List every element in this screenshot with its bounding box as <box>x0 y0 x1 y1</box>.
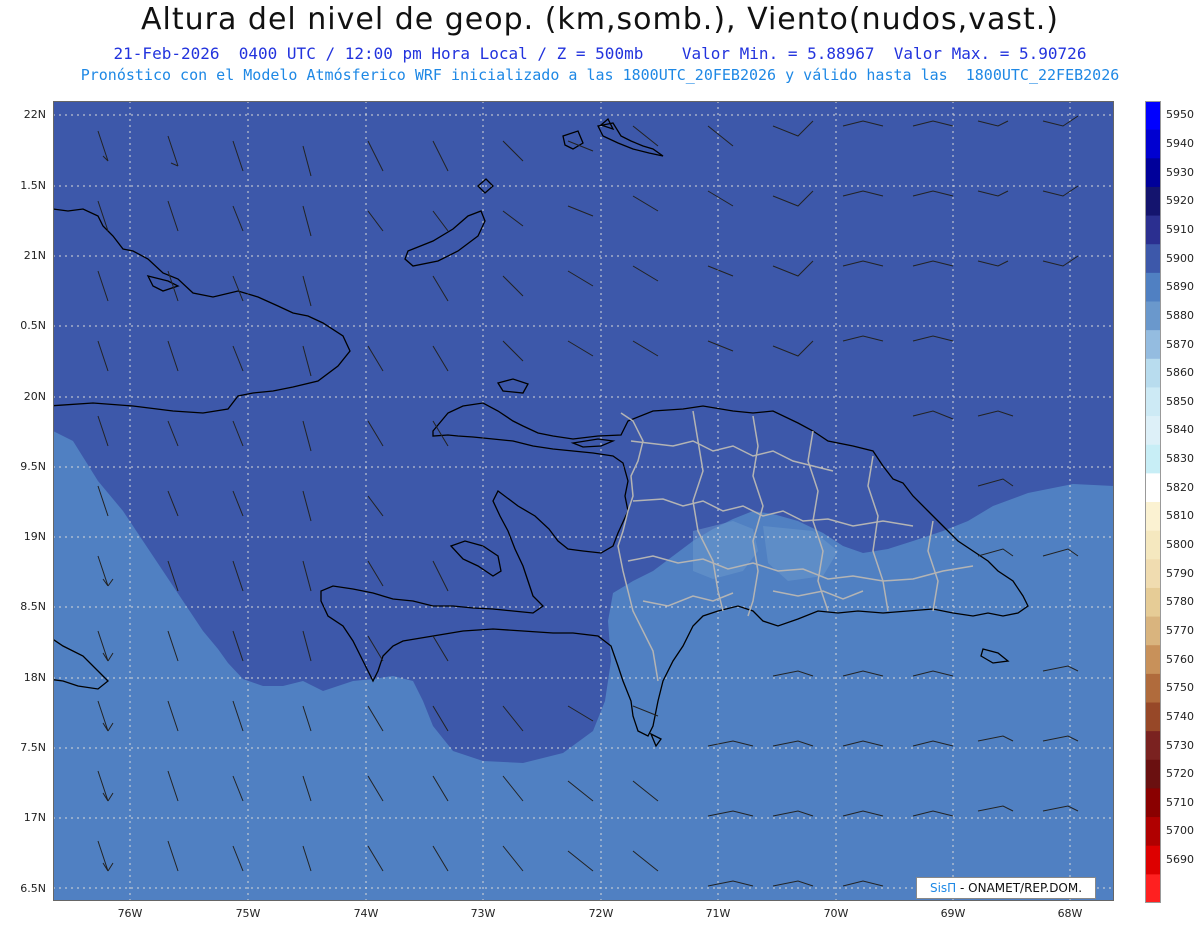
lat-label: 17N <box>23 811 46 824</box>
colorbar-label: 5710 <box>1166 795 1194 809</box>
colorbar-swatch <box>1145 530 1161 560</box>
lon-label: 75W <box>235 907 261 920</box>
colorbar-swatch <box>1145 874 1161 903</box>
colorbar-swatch <box>1145 702 1161 732</box>
colorbar-label: 5840 <box>1166 423 1194 437</box>
colorbar-label: 5870 <box>1166 337 1194 351</box>
colorbar-swatch <box>1145 101 1161 131</box>
colorbar-label: 5910 <box>1166 222 1194 236</box>
lon-label: 72W <box>588 907 614 920</box>
colorbar-swatch <box>1145 587 1161 618</box>
colorbar-swatch <box>1145 158 1161 188</box>
credit-text: - ONAMET/REP.DOM. <box>956 881 1083 895</box>
colorbar-swatch <box>1145 502 1161 532</box>
colorbar-label: 5790 <box>1166 566 1194 580</box>
colorbar-swatch <box>1145 616 1161 646</box>
lat-label: 1.5N <box>20 179 46 192</box>
map-title: Altura del nivel de geop. (km,somb.), Vi… <box>141 2 1059 37</box>
colorbar-swatch <box>1145 215 1161 245</box>
lat-label: 6.5N <box>20 882 46 895</box>
colorbar-swatch <box>1145 301 1161 331</box>
colorbar <box>1145 101 1161 903</box>
colorbar-label: 5740 <box>1166 709 1194 723</box>
lat-label: 0.5N <box>20 319 46 332</box>
colorbar-swatch <box>1145 186 1161 217</box>
colorbar-swatch <box>1145 129 1161 159</box>
colorbar-label: 5730 <box>1166 738 1194 752</box>
colorbar-swatch <box>1145 731 1161 761</box>
colorbar-swatch <box>1145 387 1161 417</box>
colorbar-swatch <box>1145 444 1161 474</box>
colorbar-swatch <box>1145 416 1161 446</box>
geopotential-map <box>53 101 1114 901</box>
map-canvas <box>53 101 1114 901</box>
colorbar-swatch <box>1145 473 1161 503</box>
lat-label: 19N <box>23 530 46 543</box>
credit-box: SisΠ - ONAMET/REP.DOM. <box>916 877 1096 899</box>
lon-label: 69W <box>940 907 966 920</box>
lat-label: 8.5N <box>20 600 46 613</box>
model-info-line: Pronóstico con el Modelo Atmósferico WRF… <box>80 66 1120 84</box>
colorbar-label: 5920 <box>1166 194 1194 208</box>
colorbar-swatch <box>1145 788 1161 818</box>
lat-label: 22N <box>23 108 46 121</box>
colorbar-label: 5880 <box>1166 308 1194 322</box>
colorbar-label: 5760 <box>1166 652 1194 666</box>
colorbar-swatch <box>1145 645 1161 675</box>
lat-label: 21N <box>23 249 46 262</box>
colorbar-label: 5890 <box>1166 280 1194 294</box>
colorbar-label: 5780 <box>1166 595 1194 609</box>
lon-label: 73W <box>470 907 496 920</box>
lat-label: 7.5N <box>20 741 46 754</box>
colorbar-label: 5940 <box>1166 137 1194 150</box>
colorbar-swatch <box>1145 330 1161 360</box>
lon-label: 74W <box>353 907 379 920</box>
lon-label: 70W <box>823 907 849 920</box>
colorbar-swatch <box>1145 817 1161 847</box>
colorbar-swatch <box>1145 673 1161 703</box>
colorbar-label: 5690 <box>1166 853 1194 866</box>
forecast-time-line: 21-Feb-2026 0400 UTC / 12:00 pm Hora Loc… <box>113 44 1087 63</box>
colorbar-swatch <box>1145 272 1161 302</box>
colorbar-label: 5950 <box>1166 108 1194 122</box>
lon-label: 76W <box>117 907 143 920</box>
lat-label: 9.5N <box>20 460 46 473</box>
lon-label: 68W <box>1057 907 1083 920</box>
lon-label: 71W <box>705 907 731 920</box>
colorbar-label: 5700 <box>1166 824 1194 838</box>
colorbar-label: 5930 <box>1166 165 1194 179</box>
colorbar-label: 5750 <box>1166 681 1194 695</box>
colorbar-label: 5800 <box>1166 538 1194 551</box>
colorbar-swatch <box>1145 559 1161 589</box>
colorbar-swatch <box>1145 358 1161 388</box>
colorbar-swatch <box>1145 845 1161 875</box>
colorbar-label: 5850 <box>1166 394 1194 408</box>
colorbar-label: 5860 <box>1166 366 1194 380</box>
credit-brand: SisΠ <box>929 881 957 895</box>
colorbar-label: 5720 <box>1166 767 1194 781</box>
colorbar-label: 5770 <box>1166 623 1194 637</box>
lat-label: 18N <box>23 671 46 684</box>
colorbar-label: 5810 <box>1166 509 1194 523</box>
colorbar-swatch <box>1145 759 1161 789</box>
colorbar-swatch <box>1145 244 1161 274</box>
colorbar-label: 5830 <box>1166 452 1194 465</box>
lat-label: 20N <box>23 390 46 403</box>
colorbar-label: 5900 <box>1166 251 1194 265</box>
colorbar-label: 5820 <box>1166 480 1194 494</box>
